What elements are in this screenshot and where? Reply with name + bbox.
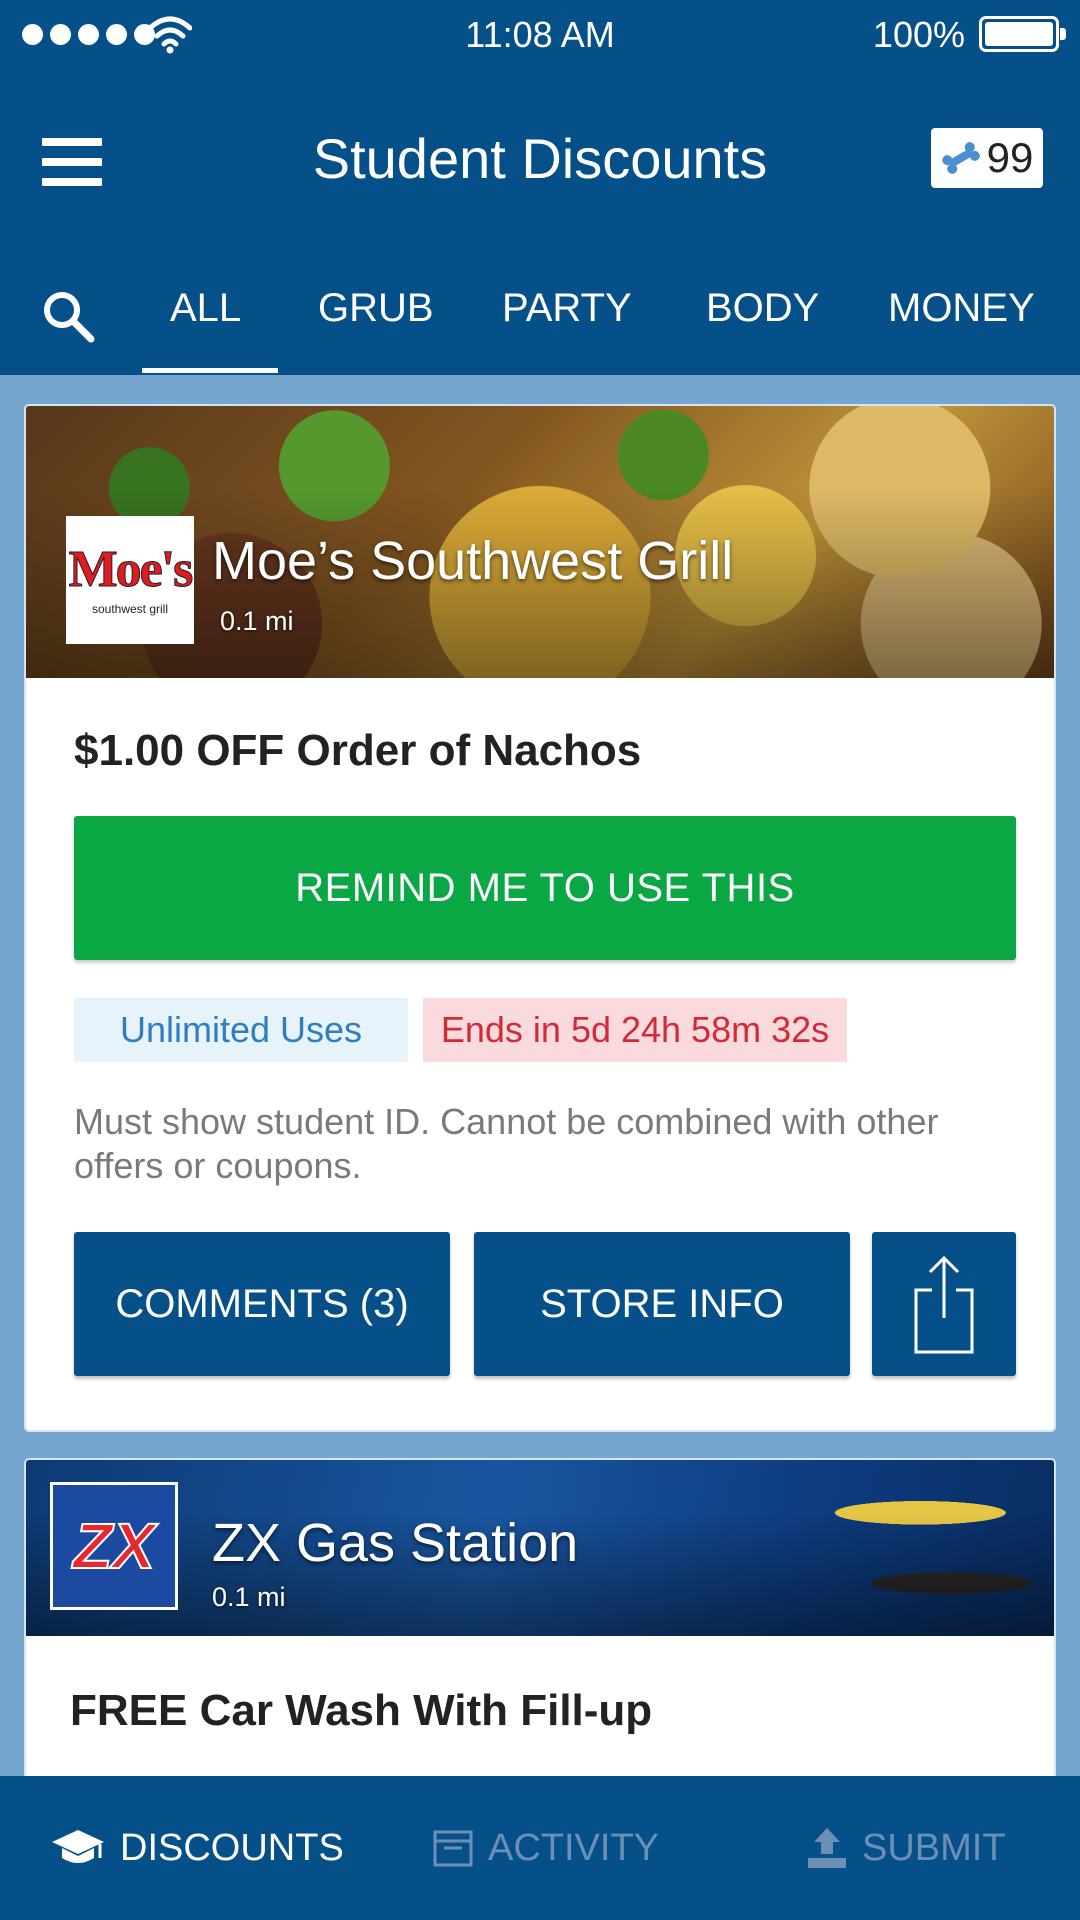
page-title: Student Discounts [312, 127, 768, 190]
store-logo: ZX [50, 1482, 178, 1610]
nav-discounts[interactable]: DISCOUNTS [50, 1776, 344, 1920]
battery-icon [979, 16, 1066, 52]
search-icon[interactable] [40, 288, 96, 344]
points-badge[interactable]: 99 [931, 128, 1043, 188]
deal-hero-image[interactable]: ZX ZX Gas Station 0.1 mi [26, 1460, 1054, 1636]
store-info-button[interactable]: STORE INFO [474, 1232, 850, 1376]
share-icon [914, 1255, 974, 1354]
expiry-badge: Ends in 5d 24h 58m 32s [423, 998, 847, 1062]
upload-icon [808, 1828, 846, 1868]
graduation-cap-icon [52, 1830, 104, 1863]
nav-submit[interactable]: SUBMIT [806, 1776, 1006, 1920]
nav-label: SUBMIT [862, 1826, 1006, 1869]
store-name: ZX Gas Station [212, 1513, 579, 1573]
nav-label: ACTIVITY [488, 1826, 660, 1869]
deal-terms: Must show student ID. Cannot be combined… [74, 1101, 939, 1186]
battery-percentage: 100% [872, 14, 965, 55]
calendar-icon [433, 1830, 473, 1867]
tab-body[interactable]: BODY [706, 286, 819, 331]
points-count: 99 [986, 134, 1034, 181]
tab-money[interactable]: MONEY [888, 286, 1035, 331]
store-distance: 0.1 mi [220, 606, 294, 636]
tab-party[interactable]: PARTY [502, 286, 632, 331]
deal-card: Moe's southwest grill Moe’s Southwest Gr… [24, 404, 1056, 1432]
remind-me-button[interactable]: REMIND ME TO USE THIS [74, 816, 1016, 960]
bone-icon [941, 142, 980, 174]
nav-label: DISCOUNTS [120, 1826, 344, 1869]
bottom-navigation: DISCOUNTS ACTIVITY SUBMIT [0, 1776, 1080, 1920]
tab-grub[interactable]: GRUB [318, 286, 434, 331]
deal-title: $1.00 OFF Order of Nachos [74, 726, 642, 775]
store-logo: Moe's southwest grill [66, 516, 194, 644]
status-bar: 11:08 AM 100% [0, 0, 1080, 70]
tab-all[interactable]: ALL [170, 286, 241, 331]
comments-button[interactable]: COMMENTS (3) [74, 1232, 450, 1376]
store-distance: 0.1 mi [212, 1582, 286, 1612]
deal-title: FREE Car Wash With Fill-up [70, 1686, 653, 1735]
active-tab-indicator [142, 368, 278, 373]
nav-activity[interactable]: ACTIVITY [432, 1776, 659, 1920]
uses-badge: Unlimited Uses [74, 998, 408, 1062]
share-button[interactable] [872, 1232, 1016, 1376]
store-name: Moe’s Southwest Grill [212, 531, 734, 591]
deal-hero-image[interactable]: Moe's southwest grill Moe’s Southwest Gr… [26, 406, 1054, 678]
category-tabs: ALL GRUB PARTY BODY MONEY [0, 270, 1080, 375]
